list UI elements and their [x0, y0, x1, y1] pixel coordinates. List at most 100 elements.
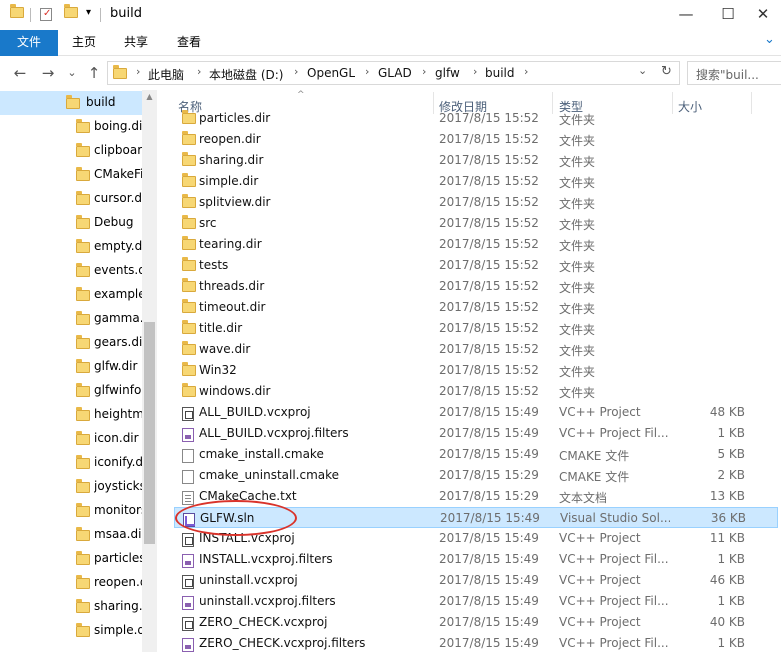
- file-row[interactable]: uninstall.vcxproj.filters 2017/8/15 15:49…: [174, 591, 778, 612]
- file-icon: [182, 470, 194, 487]
- quick-access-dropdown[interactable]: ▾: [86, 7, 91, 18]
- file-row[interactable]: windows.dir 2017/8/15 15:52 文件夹: [174, 381, 778, 402]
- file-name: uninstall.vcxproj.filters: [199, 594, 336, 608]
- breadcrumb-this-pc[interactable]: 此电脑: [148, 66, 184, 83]
- file-row[interactable]: splitview.dir 2017/8/15 15:52 文件夹: [174, 192, 778, 213]
- filters-icon: [182, 554, 194, 571]
- file-row[interactable]: sharing.dir 2017/8/15 15:52 文件夹: [174, 150, 778, 171]
- file-date: 2017/8/15 15:52: [439, 258, 539, 272]
- breadcrumb-opengl[interactable]: OpenGL: [307, 66, 355, 80]
- file-size: 36 KB: [710, 511, 746, 525]
- file-row[interactable]: tests 2017/8/15 15:52 文件夹: [174, 255, 778, 276]
- nav-item[interactable]: examples: [0, 283, 142, 307]
- file-date: 2017/8/15 15:52: [439, 195, 539, 209]
- tab-view[interactable]: 查看: [163, 30, 215, 56]
- breadcrumb-glfw[interactable]: glfw: [435, 66, 460, 80]
- nav-item[interactable]: reopen.dir: [0, 571, 142, 595]
- nav-item[interactable]: joysticks.dir: [0, 475, 142, 499]
- file-name: splitview.dir: [199, 195, 271, 209]
- folder-icon: [76, 551, 90, 565]
- file-row[interactable]: Win32 2017/8/15 15:52 文件夹: [174, 360, 778, 381]
- minimize-button[interactable]: —: [663, 0, 709, 30]
- nav-scrollbar[interactable]: ▲: [142, 90, 157, 652]
- file-type: 文件夹: [559, 113, 596, 127]
- file-type: 文件夹: [559, 197, 596, 211]
- scrollbar-thumb[interactable]: [144, 322, 155, 544]
- nav-item[interactable]: gamma.dir: [0, 307, 142, 331]
- tab-home[interactable]: 主页: [58, 30, 110, 56]
- recent-locations-button[interactable]: ⌄: [62, 63, 82, 83]
- nav-item[interactable]: sharing.dir: [0, 595, 142, 619]
- file-name: Win32: [199, 363, 237, 377]
- address-bar[interactable]: › 此电脑 › 本地磁盘 (D:) › OpenGL › GLAD › glfw…: [107, 61, 680, 85]
- folder-icon: [76, 167, 90, 181]
- file-date: 2017/8/15 15:49: [439, 447, 539, 461]
- sort-indicator: ^: [297, 90, 305, 100]
- nav-item[interactable]: glfw.dir: [0, 355, 142, 379]
- folder-icon[interactable]: [10, 4, 24, 23]
- file-date: 2017/8/15 15:49: [439, 552, 539, 566]
- file-row[interactable]: uninstall.vcxproj 2017/8/15 15:49 VC++ Pro…: [174, 570, 778, 591]
- file-row[interactable]: simple.dir 2017/8/15 15:52 文件夹: [174, 171, 778, 192]
- tab-share[interactable]: 共享: [110, 30, 162, 56]
- nav-item[interactable]: glfwinfo.dir: [0, 379, 142, 403]
- breadcrumb-drive-d[interactable]: 本地磁盘 (D:): [209, 66, 283, 83]
- file-name: particles.dir: [199, 111, 271, 125]
- file-row[interactable]: tearing.dir 2017/8/15 15:52 文件夹: [174, 234, 778, 255]
- folder-icon: [182, 194, 196, 211]
- file-date: 2017/8/15 15:49: [440, 511, 540, 525]
- tab-file[interactable]: 文件: [0, 30, 58, 56]
- new-folder-icon[interactable]: [64, 4, 78, 23]
- back-button[interactable]: ←: [10, 63, 30, 83]
- file-row[interactable]: src 2017/8/15 15:52 文件夹: [174, 213, 778, 234]
- navigation-pane: build boing.dir clipboard.dir CMakeFiles cur…: [0, 90, 157, 652]
- file-row[interactable]: ZERO_CHECK.vcxproj.filters 2017/8/15 15:4…: [174, 633, 778, 652]
- file-type: 文件夹: [559, 134, 596, 148]
- nav-item[interactable]: clipboard.dir: [0, 139, 142, 163]
- address-dropdown[interactable]: ⌄: [638, 64, 647, 77]
- forward-button[interactable]: →: [38, 63, 58, 83]
- nav-item-label: icon.dir: [94, 431, 139, 445]
- search-input[interactable]: 搜索"buil...: [687, 61, 781, 85]
- refresh-icon[interactable]: ↻: [661, 64, 672, 79]
- file-row[interactable]: cmake_uninstall.cmake 2017/8/15 15:29 CMAK…: [174, 465, 778, 486]
- nav-item[interactable]: gears.dir: [0, 331, 142, 355]
- file-row[interactable]: timeout.dir 2017/8/15 15:52 文件夹: [174, 297, 778, 318]
- file-size: 1 KB: [717, 552, 745, 566]
- breadcrumb-build[interactable]: build: [485, 66, 515, 80]
- file-name: src: [199, 216, 217, 230]
- file-row[interactable]: cmake_install.cmake 2017/8/15 15:49 CMAKE …: [174, 444, 778, 465]
- nav-item[interactable]: iconify.dir: [0, 451, 142, 475]
- folder-icon: [76, 527, 90, 541]
- nav-item[interactable]: build: [0, 91, 142, 115]
- nav-item[interactable]: Debug: [0, 211, 142, 235]
- file-row[interactable]: title.dir 2017/8/15 15:52 文件夹: [174, 318, 778, 339]
- file-row[interactable]: ALL_BUILD.vcxproj 2017/8/15 15:49 VC++ Pro…: [174, 402, 778, 423]
- nav-item[interactable]: empty.dir: [0, 235, 142, 259]
- up-button[interactable]: ↑: [84, 63, 104, 83]
- file-row[interactable]: ALL_BUILD.vcxproj.filters 2017/8/15 15:49…: [174, 423, 778, 444]
- close-button[interactable]: ✕: [740, 0, 781, 30]
- file-row[interactable]: INSTALL.vcxproj.filters 2017/8/15 15:49 VC…: [174, 549, 778, 570]
- nav-item[interactable]: particles.dir: [0, 547, 142, 571]
- file-row[interactable]: ZERO_CHECK.vcxproj 2017/8/15 15:49 VC++ Pr…: [174, 612, 778, 633]
- nav-item[interactable]: icon.dir: [0, 427, 142, 451]
- nav-item[interactable]: cursor.dir: [0, 187, 142, 211]
- nav-item[interactable]: CMakeFiles: [0, 163, 142, 187]
- file-row[interactable]: threads.dir 2017/8/15 15:52 文件夹: [174, 276, 778, 297]
- scroll-up-arrow[interactable]: ▲: [142, 92, 157, 101]
- file-type: VC++ Project: [559, 573, 641, 587]
- file-row[interactable]: reopen.dir 2017/8/15 15:52 文件夹: [174, 129, 778, 150]
- nav-item[interactable]: monitors.dir: [0, 499, 142, 523]
- nav-item[interactable]: simple.dir: [0, 619, 142, 643]
- nav-item[interactable]: heightmap.dir: [0, 403, 142, 427]
- nav-item-label: Debug: [94, 215, 134, 229]
- properties-icon[interactable]: ✓: [40, 8, 52, 21]
- nav-item[interactable]: events.dir: [0, 259, 142, 283]
- nav-item[interactable]: msaa.dir: [0, 523, 142, 547]
- file-row[interactable]: particles.dir 2017/8/15 15:52 文件夹: [174, 109, 778, 129]
- nav-item[interactable]: boing.dir: [0, 115, 142, 139]
- file-row[interactable]: wave.dir 2017/8/15 15:52 文件夹: [174, 339, 778, 360]
- expand-ribbon-icon[interactable]: ⌄: [764, 32, 775, 47]
- breadcrumb-glad[interactable]: GLAD: [378, 66, 412, 80]
